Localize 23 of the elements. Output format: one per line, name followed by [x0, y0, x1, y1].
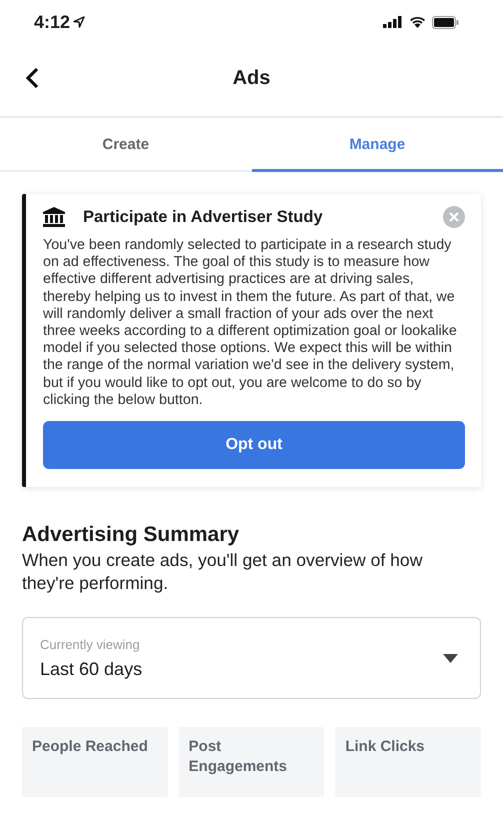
caret-icon — [443, 654, 458, 663]
card-title: Participate in Advertiser Study — [83, 208, 324, 226]
tab[interactable]: Manage — [252, 118, 503, 172]
card-body-text: You've been randomly selected to participate in a research study on ad effectiveness. The goal of this study is to measure how effective different advertising practices are at driving sales, thereby helping us to invest in them the future. As part of that, we will randomly deliver a small fraction of your ads over the next three weeks according to a different optimization goal or lookalike model if you selected those options. We expect this will be within the range of the normal variation we'd see in the delivery system, but if you would like to opt out, you are welcome to do so by clicking the below button. — [43, 237, 458, 410]
location-arrow-icon — [73, 16, 86, 28]
dropdown-label: Currently viewing — [40, 636, 141, 652]
section-description: When you create ads, you'll get an overview of how they're performing. — [22, 549, 424, 596]
opt-out-button[interactable]: Opt out — [43, 421, 465, 470]
stat-tile[interactable]: Post Engagements — [178, 727, 324, 798]
page-title: Ads — [232, 66, 270, 90]
dropdown-value: Last 60 days — [40, 658, 144, 680]
bank-icon — [43, 207, 65, 227]
tab[interactable]: Create — [0, 118, 252, 172]
close-icon — [449, 212, 459, 222]
back-icon — [25, 67, 39, 89]
stat-tile[interactable]: Link Clicks — [335, 727, 481, 798]
date-range-dropdown[interactable]: Currently viewing Last 60 days — [22, 617, 481, 700]
signal-icon — [383, 16, 403, 28]
stat-tile[interactable]: People Reached — [22, 727, 168, 798]
section-heading: Advertising Summary — [22, 523, 240, 548]
status-time: 4:12 — [34, 12, 86, 32]
battery-icon — [432, 16, 459, 28]
wifi-icon — [409, 16, 426, 28]
